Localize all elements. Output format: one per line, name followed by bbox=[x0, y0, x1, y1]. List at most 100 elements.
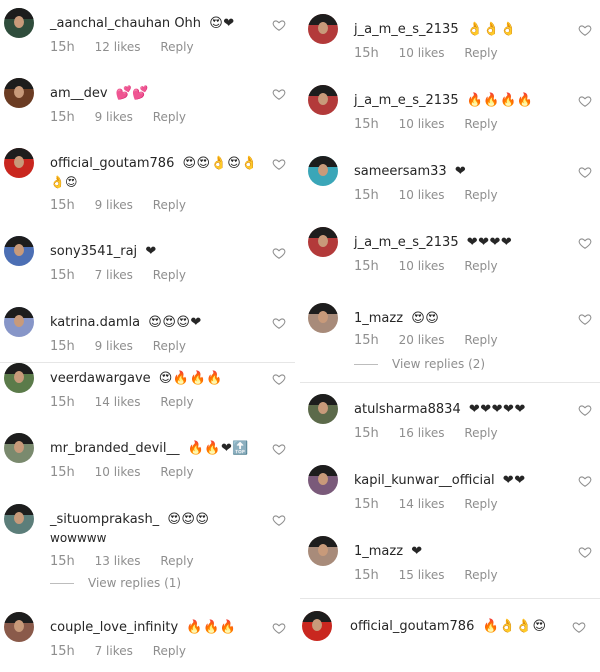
comment-timestamp: 15h bbox=[50, 339, 75, 354]
comment-username[interactable]: kapil_kunwar__official bbox=[354, 473, 495, 488]
comment-username[interactable]: mr_branded_devil__ bbox=[50, 441, 179, 456]
like-heart-icon[interactable] bbox=[578, 403, 592, 417]
comment-timestamp: 15h bbox=[354, 259, 379, 274]
comment-likes[interactable]: 10 likes bbox=[95, 465, 141, 479]
avatar[interactable] bbox=[308, 394, 338, 424]
reply-button[interactable]: Reply bbox=[160, 395, 193, 409]
comment-likes[interactable]: 10 likes bbox=[399, 188, 445, 202]
comment: 1_mazz ❤ 15h 15 likes Reply bbox=[308, 536, 596, 596]
reply-button[interactable]: Reply bbox=[464, 497, 497, 511]
reply-button[interactable]: Reply bbox=[160, 40, 193, 54]
like-heart-icon[interactable] bbox=[272, 316, 286, 330]
avatar[interactable] bbox=[4, 307, 34, 337]
avatar[interactable] bbox=[308, 156, 338, 186]
avatar[interactable] bbox=[4, 433, 34, 463]
avatar[interactable] bbox=[308, 465, 338, 495]
comment-username[interactable]: atulsharma8834 bbox=[354, 402, 461, 417]
comment: katrina.damla 😍😍😍❤ 15h 9 likes Reply bbox=[4, 307, 294, 367]
view-replies-button[interactable]: View replies (2) bbox=[354, 357, 485, 371]
comment-likes[interactable]: 9 likes bbox=[95, 339, 133, 353]
comment-username[interactable]: j_a_m_e_s_2135 bbox=[354, 22, 459, 37]
like-heart-icon[interactable] bbox=[272, 246, 286, 260]
comment-likes[interactable]: 15 likes bbox=[399, 568, 445, 582]
comment-likes[interactable]: 10 likes bbox=[399, 117, 445, 131]
like-heart-icon[interactable] bbox=[578, 474, 592, 488]
avatar[interactable] bbox=[308, 85, 338, 115]
reply-button[interactable]: Reply bbox=[153, 644, 186, 658]
like-heart-icon[interactable] bbox=[578, 312, 592, 326]
like-heart-icon[interactable] bbox=[272, 513, 286, 527]
comment-username[interactable]: j_a_m_e_s_2135 bbox=[354, 93, 459, 108]
like-heart-icon[interactable] bbox=[272, 372, 286, 386]
reply-button[interactable]: Reply bbox=[153, 339, 186, 353]
avatar[interactable] bbox=[4, 504, 34, 534]
comment-username[interactable]: couple_love_infinity bbox=[50, 620, 178, 635]
reply-button[interactable]: Reply bbox=[464, 46, 497, 60]
like-heart-icon[interactable] bbox=[272, 18, 286, 32]
comment-username[interactable]: official_goutam786 bbox=[50, 156, 174, 171]
reply-button[interactable]: Reply bbox=[153, 110, 186, 124]
comment-emojis: ❤ bbox=[454, 164, 467, 179]
like-heart-icon[interactable] bbox=[578, 165, 592, 179]
comment-likes[interactable]: 7 likes bbox=[95, 268, 133, 282]
comment-likes[interactable]: 13 likes bbox=[95, 554, 141, 568]
reply-button[interactable]: Reply bbox=[464, 259, 497, 273]
avatar[interactable] bbox=[308, 14, 338, 44]
comment-timestamp: 15h bbox=[50, 644, 75, 659]
like-heart-icon[interactable] bbox=[272, 621, 286, 635]
avatar[interactable] bbox=[302, 611, 332, 641]
avatar[interactable] bbox=[308, 227, 338, 257]
reply-button[interactable]: Reply bbox=[464, 333, 497, 347]
reply-button[interactable]: Reply bbox=[464, 426, 497, 440]
comment-username[interactable]: sameersam33 bbox=[354, 164, 447, 179]
like-heart-icon[interactable] bbox=[578, 23, 592, 37]
comment-likes[interactable]: 7 likes bbox=[95, 644, 133, 658]
comment-timestamp: 15h bbox=[354, 426, 379, 441]
comment-username[interactable]: katrina.damla bbox=[50, 315, 140, 330]
reply-button[interactable]: Reply bbox=[153, 198, 186, 212]
replies-line bbox=[50, 583, 74, 584]
comment-likes[interactable]: 10 likes bbox=[399, 259, 445, 273]
comment-username[interactable]: official_goutam786 bbox=[350, 619, 474, 634]
comment-username[interactable]: am__dev bbox=[50, 86, 108, 101]
reply-button[interactable]: Reply bbox=[464, 188, 497, 202]
reply-button[interactable]: Reply bbox=[160, 554, 193, 568]
like-heart-icon[interactable] bbox=[272, 442, 286, 456]
reply-button[interactable]: Reply bbox=[160, 465, 193, 479]
avatar[interactable] bbox=[4, 148, 34, 178]
comment-likes[interactable]: 14 likes bbox=[95, 395, 141, 409]
comment-username[interactable]: _situomprakash_ bbox=[50, 512, 159, 527]
comment-likes[interactable]: 20 likes bbox=[399, 333, 445, 347]
comment-username[interactable]: _aanchal_chauhan bbox=[50, 16, 170, 31]
avatar[interactable] bbox=[4, 8, 34, 38]
reply-button[interactable]: Reply bbox=[464, 117, 497, 131]
like-heart-icon[interactable] bbox=[578, 236, 592, 250]
comment-likes[interactable]: 10 likes bbox=[399, 46, 445, 60]
reply-button[interactable]: Reply bbox=[464, 568, 497, 582]
comment-likes[interactable]: 9 likes bbox=[95, 198, 133, 212]
avatar[interactable] bbox=[308, 303, 338, 333]
comment: veerdawargave 😍🔥🔥🔥 15h 14 likes Reply bbox=[4, 363, 294, 423]
comment-likes[interactable]: 14 likes bbox=[399, 497, 445, 511]
comment-username[interactable]: 1_mazz bbox=[354, 311, 403, 326]
avatar[interactable] bbox=[4, 78, 34, 108]
comment-username[interactable]: veerdawargave bbox=[50, 371, 151, 386]
avatar[interactable] bbox=[4, 236, 34, 266]
comment-likes[interactable]: 16 likes bbox=[399, 426, 445, 440]
like-heart-icon[interactable] bbox=[272, 157, 286, 171]
comment-likes[interactable]: 9 likes bbox=[95, 110, 133, 124]
like-heart-icon[interactable] bbox=[578, 545, 592, 559]
comment-username[interactable]: 1_mazz bbox=[354, 544, 403, 559]
avatar[interactable] bbox=[308, 536, 338, 566]
like-heart-icon[interactable] bbox=[578, 94, 592, 108]
section-divider bbox=[300, 382, 600, 383]
comment-likes[interactable]: 12 likes bbox=[95, 40, 141, 54]
like-heart-icon[interactable] bbox=[572, 620, 586, 634]
view-replies-button[interactable]: View replies (1) bbox=[50, 576, 181, 590]
avatar[interactable] bbox=[4, 612, 34, 642]
reply-button[interactable]: Reply bbox=[153, 268, 186, 282]
avatar[interactable] bbox=[4, 363, 34, 393]
like-heart-icon[interactable] bbox=[272, 87, 286, 101]
comment-username[interactable]: sony3541_raj bbox=[50, 244, 137, 259]
comment-username[interactable]: j_a_m_e_s_2135 bbox=[354, 235, 459, 250]
